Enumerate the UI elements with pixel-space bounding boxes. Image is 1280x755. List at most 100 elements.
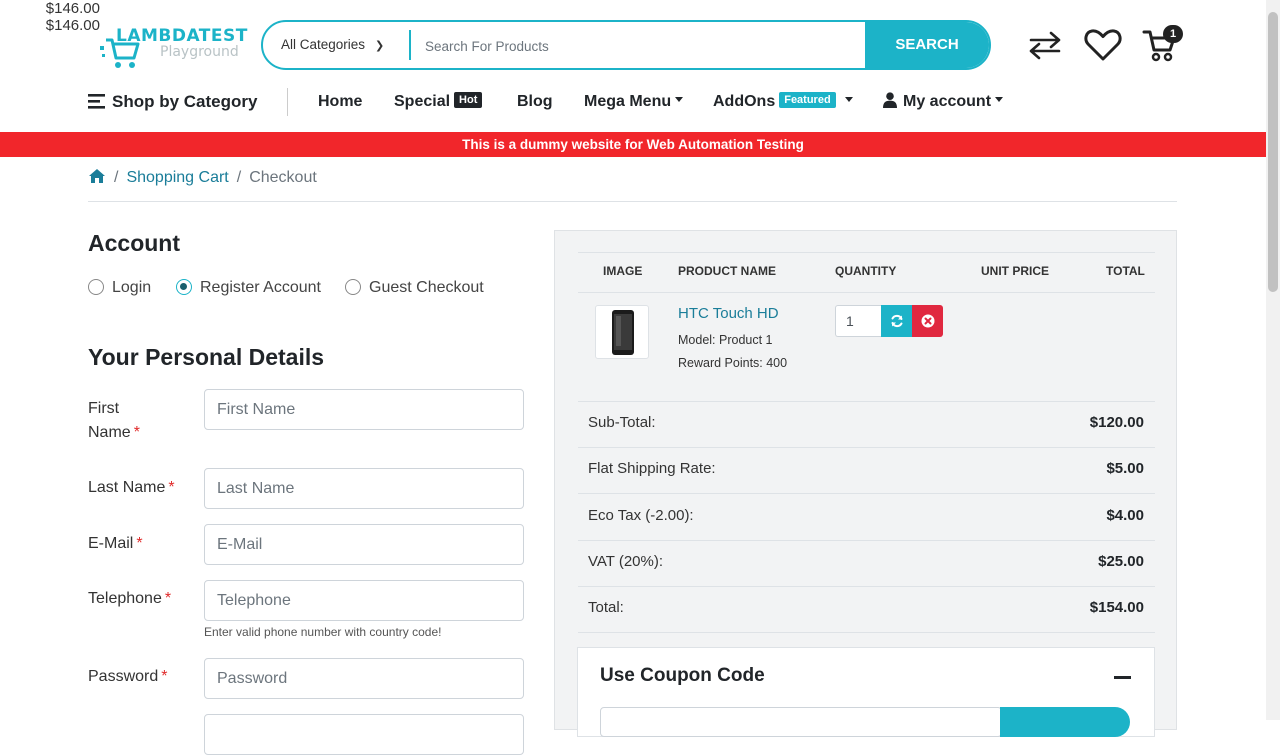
header-unit-price: UNIT PRICE <box>981 264 1050 278</box>
first-name-label: First Name * <box>88 397 148 445</box>
eco-tax-label: Eco Tax (-2.00): <box>588 507 694 524</box>
category-select-value: All Categories <box>281 37 366 52</box>
first-name-field[interactable] <box>204 389 524 430</box>
cart-count-badge: 1 <box>1163 25 1183 43</box>
table-border <box>578 447 1155 448</box>
product-name-link[interactable]: HTC Touch HD <box>678 305 779 322</box>
required-mark: * <box>168 479 175 496</box>
logo-text: LAMBDATEST <box>116 26 248 46</box>
password-label-text: Password <box>88 668 159 685</box>
required-mark: * <box>136 535 143 552</box>
password-field[interactable] <box>204 658 524 699</box>
search-bar: All Categories ❯ SEARCH <box>261 20 991 70</box>
radio-guest-checkout[interactable]: Guest Checkout <box>345 278 484 298</box>
menu-icon <box>88 93 105 109</box>
breadcrumb-checkout: Checkout <box>249 169 317 186</box>
header-quantity: QUANTITY <box>835 264 897 278</box>
radio-register-account[interactable]: Register Account <box>176 278 321 298</box>
header-total: TOTAL <box>1106 264 1145 278</box>
user-icon <box>883 92 897 108</box>
featured-badge: Featured <box>779 91 836 108</box>
caret-down-icon <box>675 97 684 103</box>
coupon-input[interactable] <box>600 707 1002 737</box>
search-button[interactable]: SEARCH <box>865 22 989 68</box>
required-mark: * <box>164 590 172 607</box>
chevron-down-icon: ❯ <box>375 40 385 52</box>
subtotal-label: Sub-Total: <box>588 414 656 431</box>
search-input[interactable] <box>423 30 867 62</box>
radio-login-label: Login <box>112 279 152 296</box>
telephone-hint: Enter valid phone number with country co… <box>204 625 442 639</box>
subtotal-value: $120.00 <box>1089 414 1144 431</box>
nav-my-account[interactable]: My account <box>883 84 1004 120</box>
table-border <box>578 252 1155 253</box>
last-name-field[interactable] <box>204 468 524 509</box>
nav-addons-label: AddOns <box>713 93 776 110</box>
password-confirm-field[interactable] <box>204 714 524 755</box>
radio-button[interactable] <box>345 278 361 295</box>
nav-divider <box>287 88 288 116</box>
remove-icon <box>921 314 934 328</box>
total-label: Total: <box>588 599 624 616</box>
breadcrumb-shopping-cart[interactable]: Shopping Cart <box>126 169 228 186</box>
email-field[interactable] <box>204 524 524 565</box>
shop-by-category-label: Shop by Category <box>112 92 258 111</box>
required-mark: * <box>133 424 140 441</box>
update-quantity-button[interactable] <box>881 305 912 337</box>
email-label: E-Mail * <box>88 532 188 556</box>
telephone-field[interactable] <box>204 580 524 621</box>
unit-price: $146.00 <box>45 0 100 17</box>
header-product-name: PRODUCT NAME <box>678 264 776 278</box>
caret-down-icon <box>995 97 1004 103</box>
last-name-label: Last Name * <box>88 476 188 500</box>
nav-blog[interactable]: Blog <box>517 84 553 120</box>
collapse-minus-icon[interactable] <box>1114 676 1131 679</box>
radio-login[interactable]: Login <box>88 278 151 298</box>
radio-button-checked[interactable] <box>176 278 192 295</box>
main-nav: Shop by Category Home Special Hot Blog Me… <box>0 84 1280 120</box>
table-border <box>578 292 1155 293</box>
first-name-label-text: First Name <box>88 400 131 441</box>
product-reward-points: Reward Points: 400 <box>678 356 788 370</box>
coupon-heading[interactable]: Use Coupon Code <box>600 665 765 687</box>
scrollbar-thumb[interactable] <box>1268 12 1278 292</box>
caret-down-icon <box>844 97 853 103</box>
table-border <box>578 401 1155 402</box>
site-logo[interactable]: LAMBDATEST Playground <box>98 24 247 72</box>
radio-register-label: Register Account <box>200 279 321 296</box>
hot-badge: Hot <box>454 91 483 108</box>
nav-special[interactable]: Special Hot <box>394 84 483 120</box>
nav-home[interactable]: Home <box>318 84 362 120</box>
item-total: $146.00 <box>45 17 100 34</box>
notice-banner: This is a dummy website for Web Automati… <box>0 132 1266 157</box>
last-name-label-text: Last Name <box>88 479 166 496</box>
account-heading: Account <box>88 230 180 256</box>
apply-coupon-button[interactable] <box>1000 707 1130 737</box>
personal-details-heading: Your Personal Details <box>88 344 325 370</box>
email-label-text: E-Mail <box>88 535 134 552</box>
telephone-label-text: Telephone <box>88 590 162 607</box>
shipping-value: $5.00 <box>1106 460 1144 477</box>
home-icon[interactable] <box>88 168 106 184</box>
shop-by-category-button[interactable]: Shop by Category <box>88 84 257 120</box>
breadcrumb-separator: / <box>236 169 242 186</box>
nav-addons[interactable]: AddOns Featured <box>713 84 853 120</box>
table-border <box>578 540 1155 541</box>
table-border <box>578 586 1155 587</box>
logo-subtext: Playground <box>160 44 239 60</box>
password-label: Password * <box>88 665 188 689</box>
radio-button[interactable] <box>88 278 104 295</box>
refresh-icon <box>891 315 902 328</box>
total-value: $154.00 <box>1089 599 1144 616</box>
category-select[interactable]: All Categories ❯ <box>281 22 384 68</box>
eco-tax-value: $4.00 <box>1106 507 1144 524</box>
remove-item-button[interactable] <box>912 305 943 337</box>
wishlist-heart-icon[interactable] <box>1084 28 1122 62</box>
compare-icon[interactable] <box>1027 30 1063 60</box>
nav-mega-menu[interactable]: Mega Menu <box>584 84 684 120</box>
divider <box>88 201 1177 202</box>
product-model: Model: Product 1 <box>678 333 773 347</box>
quantity-input[interactable] <box>835 305 882 337</box>
shipping-label: Flat Shipping Rate: <box>588 460 716 477</box>
product-thumbnail[interactable] <box>595 305 649 359</box>
